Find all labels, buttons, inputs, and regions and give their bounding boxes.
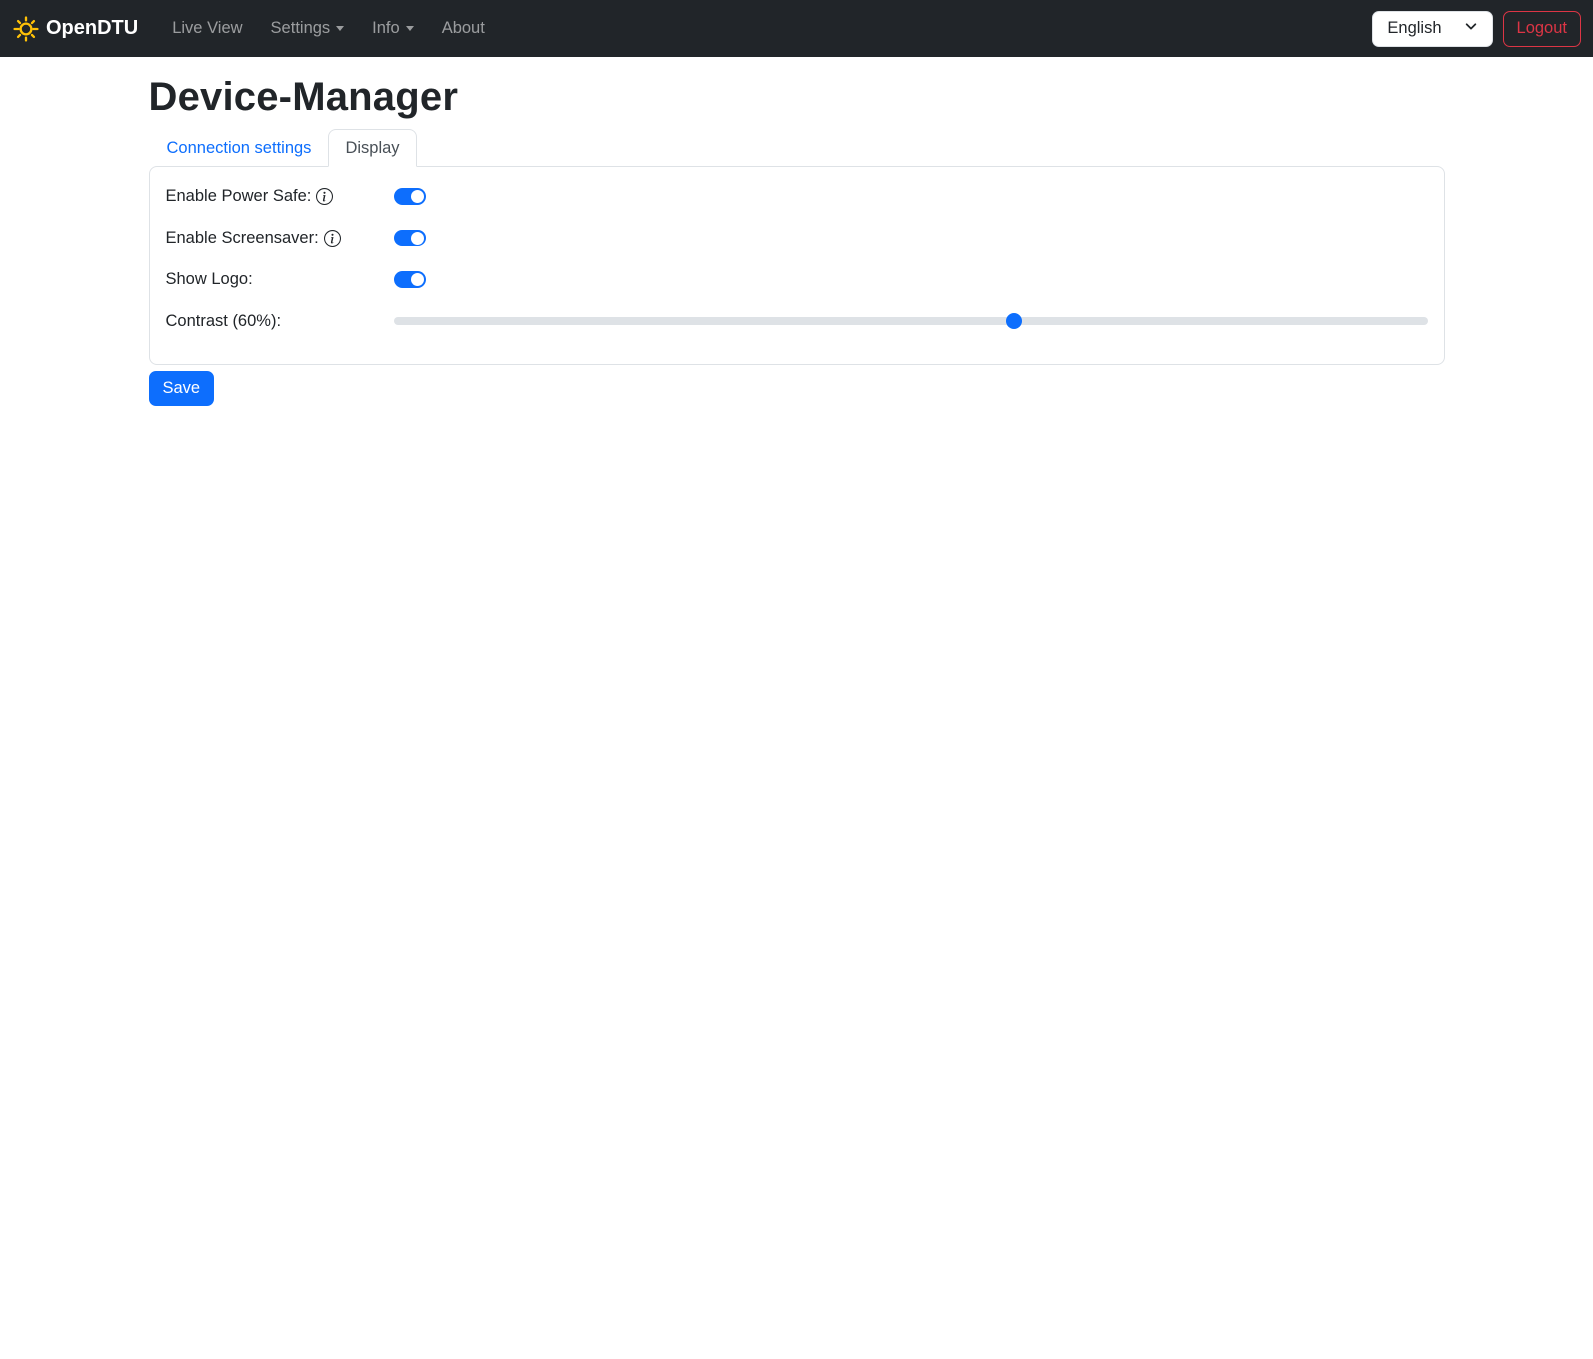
language-select[interactable]: English	[1372, 10, 1493, 47]
chevron-down-icon	[1464, 19, 1478, 38]
enable-power-safe-toggle[interactable]	[393, 188, 426, 205]
top-navbar: OpenDTU Live View Settings Info About En…	[0, 0, 1593, 57]
nav-item-live-view[interactable]: Live View	[172, 11, 242, 46]
main-content: Device-Manager Connection settings Displ…	[137, 75, 1457, 406]
display-settings-card: Enable Power Safe: Enable Screensaver: S…	[148, 166, 1445, 365]
info-icon[interactable]	[316, 188, 334, 205]
field-label: Enable Screensaver:	[166, 229, 394, 248]
enable-screensaver-toggle[interactable]	[393, 229, 426, 247]
contrast-slider[interactable]	[393, 313, 1428, 329]
navbar-right: English Logout	[1372, 10, 1581, 47]
form-row-contrast: Contrast (60%):	[166, 309, 1428, 334]
slider-track	[393, 317, 1428, 325]
form-row-enable-screensaver: Enable Screensaver:	[166, 226, 1428, 251]
sun-icon	[12, 15, 40, 43]
chevron-down-icon	[405, 26, 414, 31]
chevron-down-icon	[336, 26, 345, 31]
nav-item-settings[interactable]: Settings	[271, 11, 345, 46]
field-label: Enable Power Safe:	[166, 187, 394, 206]
form-row-show-logo: Show Logo:	[166, 267, 1428, 292]
info-icon[interactable]	[323, 229, 341, 247]
field-label: Contrast (60%):	[165, 311, 282, 330]
language-selected-value: English	[1387, 19, 1442, 37]
nav-item-about[interactable]: About	[442, 11, 485, 46]
nav-item-info[interactable]: Info	[372, 11, 414, 46]
form-row-enable-power-safe: Enable Power Safe:	[166, 184, 1428, 209]
tab-connection-settings[interactable]: Connection settings	[150, 129, 329, 167]
slider-thumb[interactable]	[1005, 313, 1022, 329]
page-title: Device-Manager	[148, 75, 459, 119]
show-logo-toggle[interactable]	[393, 271, 426, 288]
save-button[interactable]: Save	[148, 370, 215, 406]
field-label: Show Logo:	[165, 270, 253, 288]
tab-display[interactable]: Display	[328, 129, 417, 167]
tab-bar: Connection settings Display	[149, 129, 1445, 167]
logout-button[interactable]: Logout	[1502, 10, 1581, 47]
main-nav: Live View Settings Info About	[158, 11, 499, 46]
brand-logo[interactable]: OpenDTU	[12, 15, 138, 43]
brand-name: OpenDTU	[46, 17, 139, 39]
